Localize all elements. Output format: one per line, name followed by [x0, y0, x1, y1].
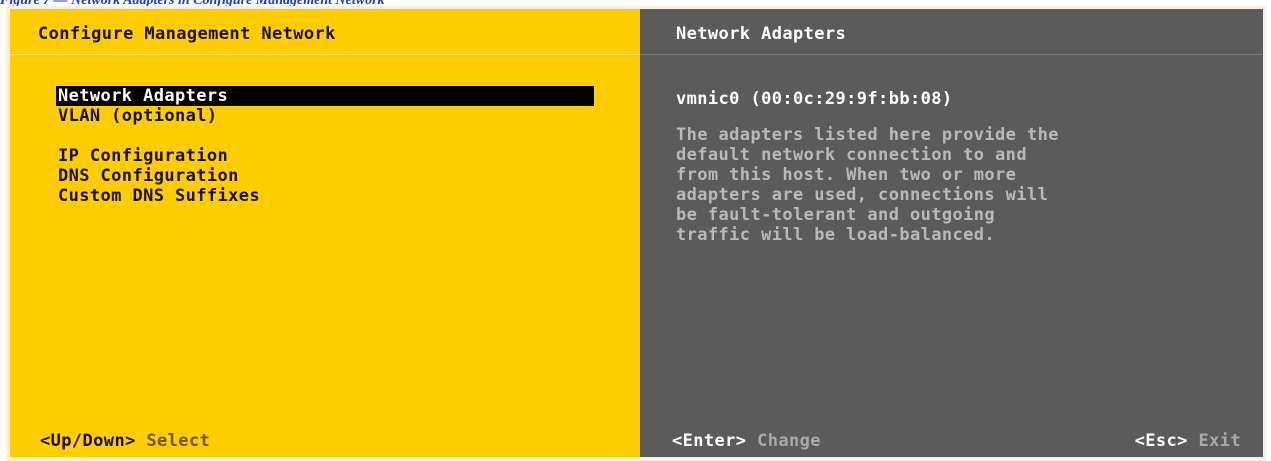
footer-change-hint: <Enter> Change	[672, 431, 821, 451]
menu-item-vlan[interactable]: VLAN (optional)	[56, 106, 218, 126]
footer-select-hint: <Up/Down> Select	[40, 431, 210, 451]
action-exit: Exit	[1198, 431, 1241, 451]
action-select: Select	[146, 431, 211, 451]
title-divider	[640, 54, 1263, 55]
description-line: be fault-tolerant and outgoing	[676, 205, 996, 225]
menu-item-ip-configuration[interactable]: IP Configuration	[56, 146, 228, 166]
pane-title: Configure Management Network	[38, 24, 336, 44]
menu-item-network-adapters[interactable]: Network Adapters	[56, 86, 594, 106]
adapter-name: vmnic0 (00:0c:29:9f:bb:08)	[676, 89, 953, 109]
key-enter[interactable]: <Enter>	[672, 431, 746, 451]
description-line: default network connection to and	[676, 145, 1027, 165]
configure-management-network-pane: Configure Management Network Network Ada…	[10, 9, 640, 457]
description-line: from this host. When two or more	[676, 165, 1017, 185]
menu-item-dns-configuration[interactable]: DNS Configuration	[56, 166, 239, 186]
description-line: adapters are used, connections will	[676, 185, 1049, 205]
dcui-screen: Configure Management Network Network Ada…	[6, 6, 1266, 461]
key-up-down[interactable]: <Up/Down>	[40, 431, 136, 451]
info-title: Network Adapters	[676, 24, 847, 44]
network-adapters-info-pane: Network Adapters vmnic0 (00:0c:29:9f:bb:…	[640, 9, 1263, 457]
footer-exit-hint: <Esc> Exit	[1135, 431, 1241, 451]
action-change: Change	[757, 431, 821, 451]
menu-item-custom-dns-suffixes[interactable]: Custom DNS Suffixes	[56, 186, 260, 206]
key-esc[interactable]: <Esc>	[1135, 431, 1188, 451]
description-line: The adapters listed here provide the	[676, 125, 1059, 145]
description-line: traffic will be load-balanced.	[676, 225, 996, 245]
title-divider	[10, 54, 640, 55]
